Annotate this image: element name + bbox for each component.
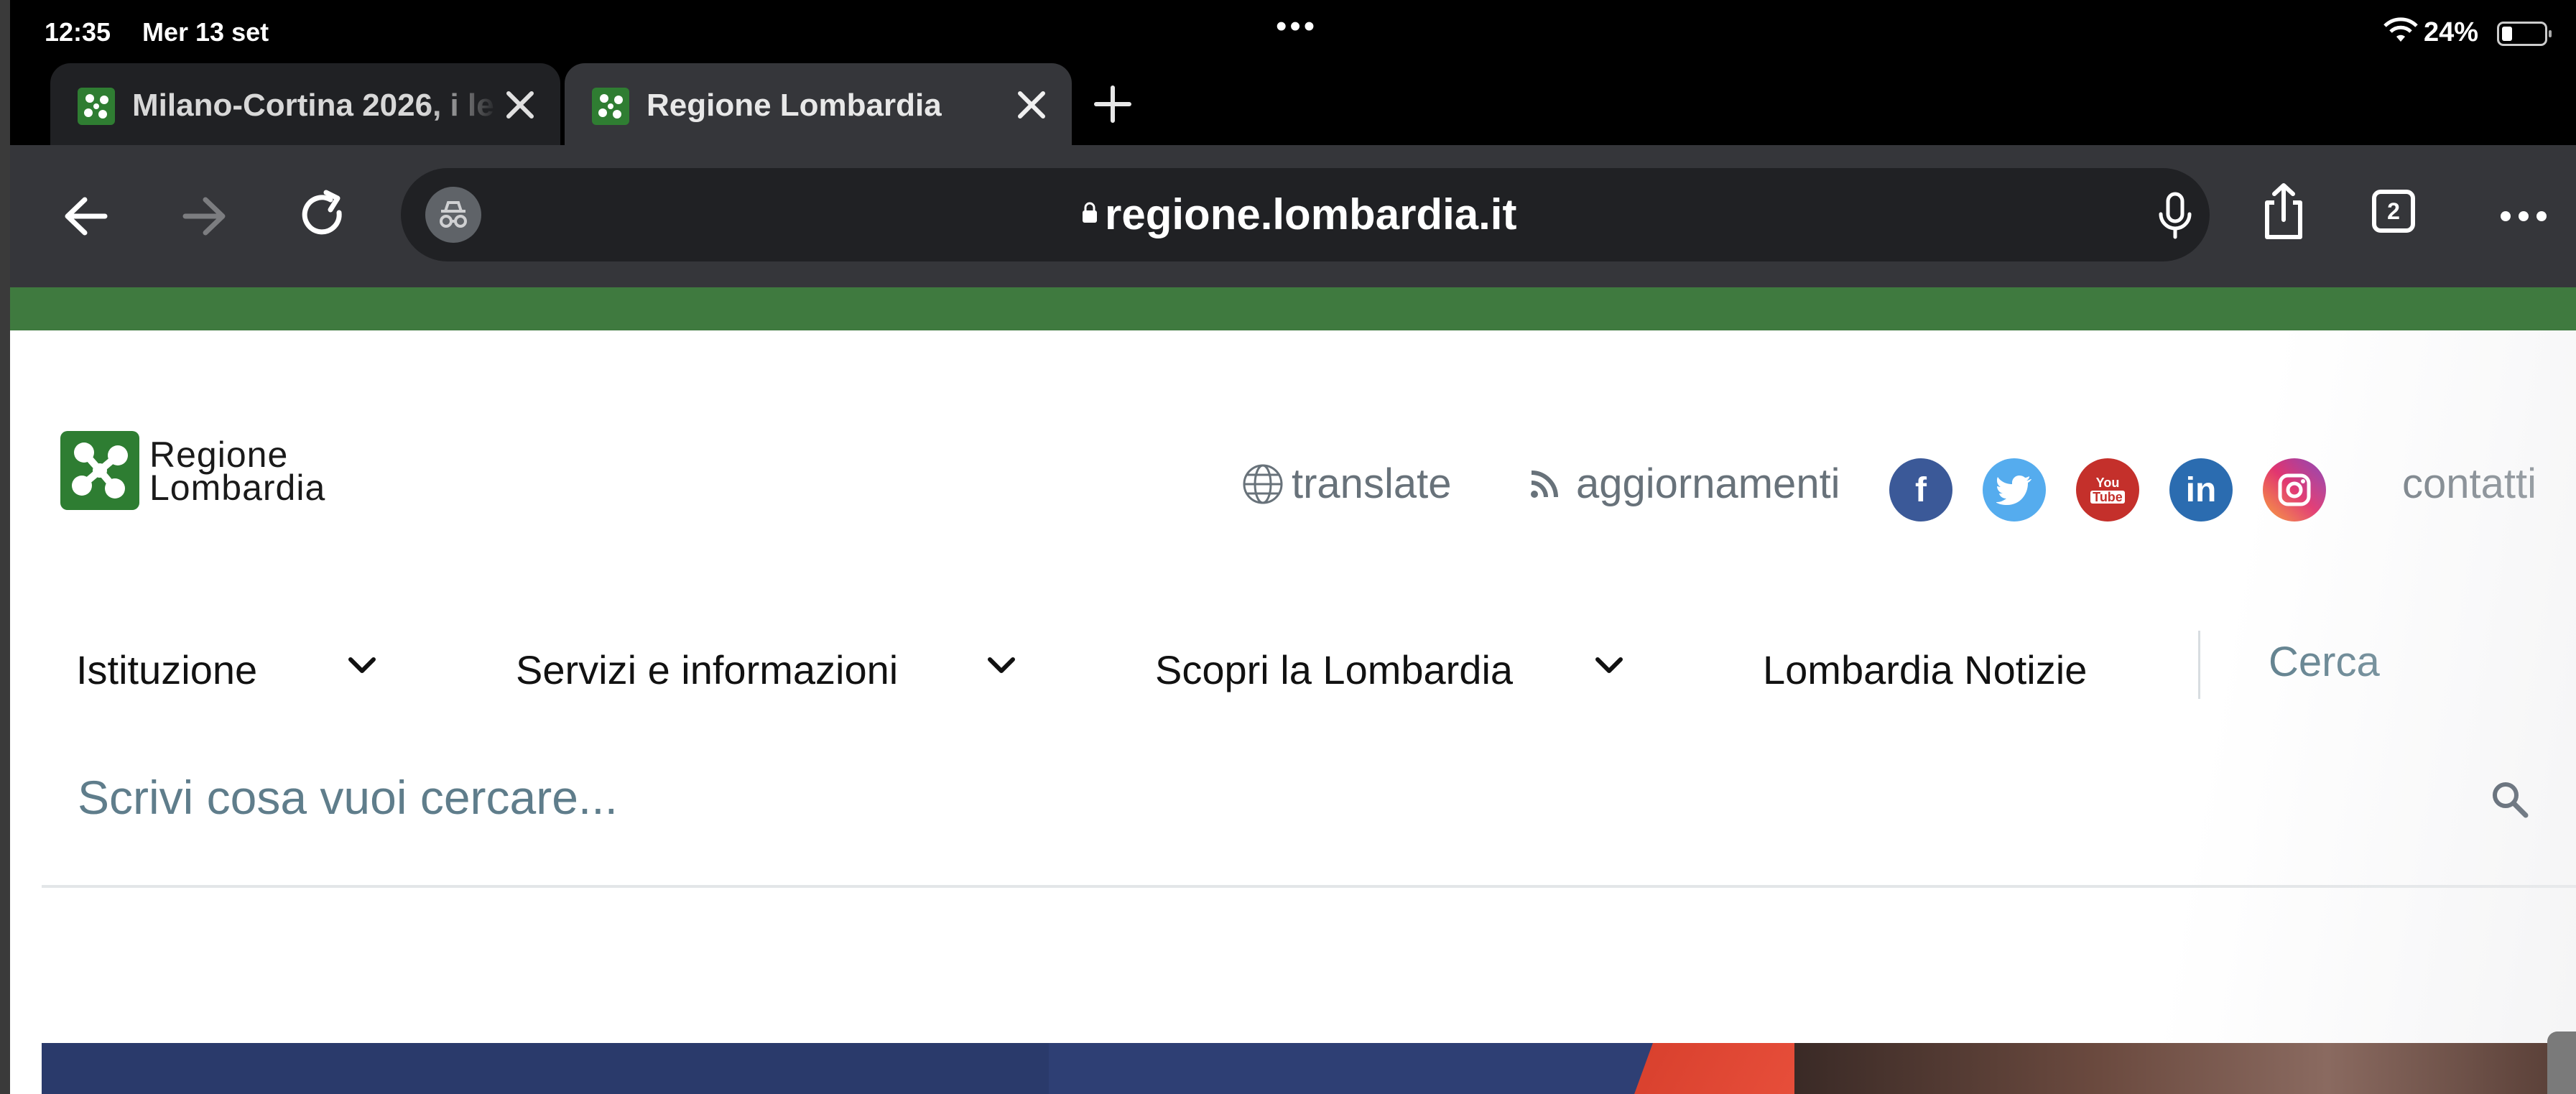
- close-tab-icon[interactable]: [1010, 83, 1053, 126]
- lock-icon: [1083, 202, 1097, 223]
- nav-item-servizi[interactable]: Servizi e informazioni: [516, 646, 898, 693]
- scroll-handle[interactable]: [2547, 1032, 2576, 1094]
- reload-icon[interactable]: [292, 184, 356, 249]
- close-tab-icon[interactable]: [499, 83, 542, 126]
- microphone-icon[interactable]: [2154, 190, 2197, 241]
- linkedin-icon[interactable]: in: [2169, 458, 2233, 521]
- chevron-down-icon[interactable]: [1592, 652, 1626, 678]
- chevron-down-icon[interactable]: [984, 652, 1019, 678]
- rss-icon: [1531, 470, 1558, 498]
- translate-link[interactable]: translate: [1241, 460, 1451, 508]
- browser-toolbar: regione.lombardia.it 2: [10, 145, 2576, 287]
- background-fade: [2093, 330, 2576, 1094]
- facebook-icon[interactable]: f: [1889, 458, 1952, 521]
- multitasking-dots-icon[interactable]: •••: [1276, 9, 1317, 45]
- back-arrow-icon[interactable]: [53, 184, 118, 249]
- search-underline: [42, 885, 2576, 888]
- updates-link[interactable]: aggiornamenti: [1529, 460, 1840, 508]
- battery-icon: [2497, 22, 2552, 46]
- search-input[interactable]: [78, 761, 2448, 833]
- updates-label: aggiornamenti: [1576, 460, 1840, 507]
- incognito-icon[interactable]: [425, 187, 481, 243]
- nav-item-istituzione[interactable]: Istituzione: [76, 646, 257, 693]
- new-tab-plus-icon[interactable]: [1089, 80, 1136, 128]
- hero-banner[interactable]: [42, 1043, 2556, 1094]
- web-page: Regione Lombardia translate aggiornament…: [10, 287, 2576, 1094]
- logo-text-line2: Lombardia: [149, 468, 326, 508]
- more-menu-icon[interactable]: [2491, 184, 2556, 249]
- hero-panel-left: [42, 1043, 1049, 1094]
- tab-milano-cortina[interactable]: Milano-Cortina 2026, i le: [50, 63, 560, 145]
- regione-favicon-icon: [78, 88, 115, 125]
- hero-photo: [1794, 1043, 2556, 1094]
- chevron-down-icon[interactable]: [345, 652, 379, 678]
- browser-window: 12:35 Mer 13 set ••• 24% Milano-Cortina …: [10, 0, 2576, 1094]
- tab-count: 2: [2372, 190, 2415, 233]
- status-bar: 12:35 Mer 13 set ••• 24%: [10, 0, 2576, 65]
- tab-regione-lombardia[interactable]: Regione Lombardia: [565, 63, 1072, 145]
- tab-title: Milano-Cortina 2026, i le: [132, 88, 494, 123]
- regione-favicon-icon: [592, 88, 629, 125]
- translate-label: translate: [1292, 460, 1452, 507]
- contacts-link[interactable]: contatti: [2402, 460, 2536, 508]
- share-icon[interactable]: [2251, 180, 2316, 244]
- top-brand-bar: [10, 287, 2576, 330]
- search-toggle[interactable]: Cerca: [2269, 638, 2380, 686]
- hero-panel-middle: [1049, 1043, 1695, 1094]
- status-date: Mer 13 set: [142, 17, 269, 47]
- tab-title: Regione Lombardia: [647, 88, 942, 123]
- twitter-icon[interactable]: [1983, 458, 2046, 521]
- regione-lombardia-logo-icon: [60, 431, 139, 510]
- tab-switcher-button[interactable]: 2: [2368, 185, 2425, 243]
- globe-icon: [1243, 464, 1283, 504]
- wifi-icon: [2383, 17, 2418, 42]
- nav-item-notizie[interactable]: Lombardia Notizie: [1763, 646, 2087, 693]
- instagram-icon[interactable]: [2263, 458, 2326, 521]
- url-text: regione.lombardia.it: [1105, 190, 1517, 238]
- battery-percent: 24%: [2424, 17, 2479, 47]
- site-logo[interactable]: Regione Lombardia: [60, 431, 369, 517]
- youtube-icon[interactable]: You Tube: [2076, 458, 2139, 521]
- address-bar[interactable]: regione.lombardia.it: [401, 168, 2210, 261]
- search-icon[interactable]: [2488, 778, 2531, 821]
- contacts-label: contatti: [2402, 460, 2536, 507]
- nav-divider: [2198, 631, 2200, 699]
- forward-arrow-icon[interactable]: [172, 184, 237, 249]
- nav-item-scopri[interactable]: Scopri la Lombardia: [1155, 646, 1513, 693]
- status-time: 12:35: [45, 17, 111, 47]
